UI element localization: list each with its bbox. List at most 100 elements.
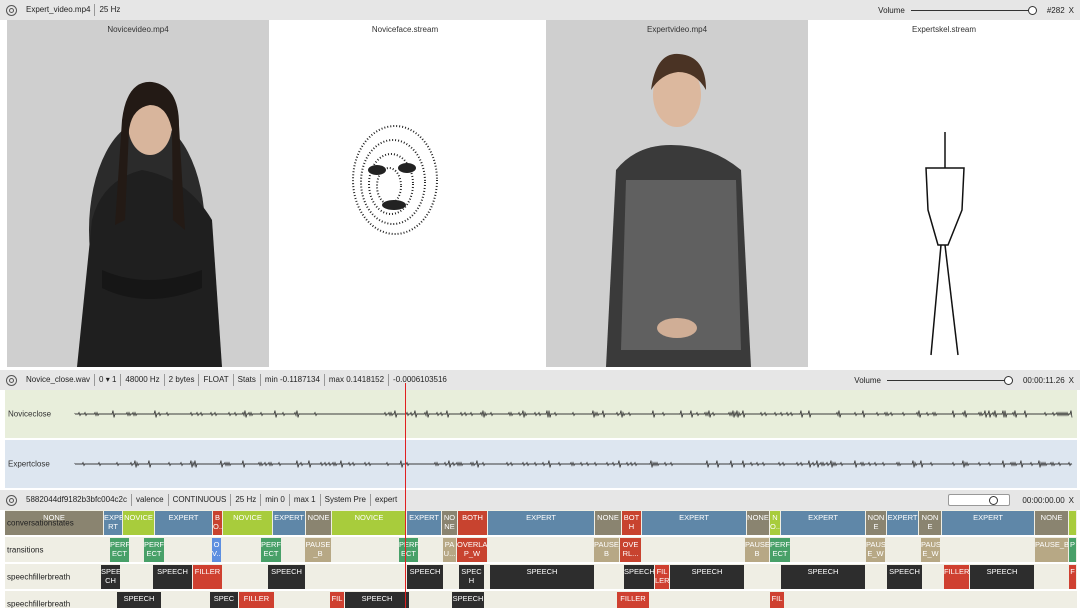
annotation-track-speechfillerbreath[interactable]: SPEE CH SPEECH FILLER SPEECH SPEECH SPEC H SPE…	[5, 564, 1077, 590]
annotation-segment[interactable]: PERF ECT	[261, 538, 281, 562]
annotation-segment[interactable]: SPEECH	[407, 565, 443, 589]
annotation-segment[interactable]: O V...	[212, 538, 221, 562]
annotation-segment[interactable]: BOT H	[622, 511, 641, 535]
audio-toolbar: Novice_close.wav 0 ▾ 1 48000 Hz 2 bytes …	[0, 370, 1080, 390]
close-icon[interactable]: X	[1069, 496, 1074, 505]
annotation-segment[interactable]: SPEECH	[887, 565, 922, 589]
annotation-segment[interactable]: SPEECH	[490, 565, 594, 589]
annotation-segment[interactable]: EXPERT	[155, 511, 212, 535]
annotation-segment[interactable]: NONE	[747, 511, 769, 535]
annotation-segment[interactable]: PA U...	[443, 538, 456, 562]
annotation-segment[interactable]: PAUSE_ B	[594, 538, 619, 562]
annotation-track-transitions[interactable]: PERF ECT PERF ECT O V... PERF ECT PAUSE _B PE…	[5, 537, 1077, 563]
close-icon[interactable]: X	[1069, 6, 1074, 15]
annotation-segment[interactable]	[1069, 511, 1076, 535]
track-name: speechfillerbreath	[7, 599, 71, 608]
annotation-segment[interactable]: NON E	[919, 511, 941, 535]
annotation-segment[interactable]: SPEECH	[268, 565, 305, 589]
annotation-segment[interactable]: SPEECH	[624, 565, 654, 589]
annotation-segment[interactable]: FIL	[330, 592, 344, 608]
annotation-segment[interactable]: NONE	[595, 511, 621, 535]
skeleton-image	[925, 132, 965, 356]
track-name: Expertclose	[8, 459, 50, 469]
track-name: speechfillerbreath	[7, 572, 71, 581]
annotation-segment[interactable]: SPEECH	[781, 565, 865, 589]
annotation-segment[interactable]: EXPERT	[488, 511, 594, 535]
annotation-time: 00:00:00.00	[1022, 495, 1065, 505]
annotation-segment[interactable]: PAUSE _B	[305, 538, 331, 562]
annotation-segment[interactable]: PERF ECT	[144, 538, 164, 562]
novice-person-image	[77, 81, 222, 367]
annotation-segment[interactable]: SPEC	[210, 592, 238, 608]
annotation-segment[interactable]: SPEECH	[452, 592, 484, 608]
gear-icon[interactable]	[6, 374, 17, 386]
annotation-segment[interactable]: PERF ECT	[399, 538, 418, 562]
audio-max: max 0.1418152	[325, 374, 390, 386]
audio-track-expertclose[interactable]: Expertclose	[5, 440, 1077, 488]
playback-cursor[interactable]	[405, 383, 406, 608]
annotation-segment[interactable]: SPEECH	[345, 592, 409, 608]
novice-face-stream-panel: Noviceface.stream	[269, 20, 541, 367]
annotation-segment[interactable]: PAUS E_W	[866, 538, 885, 562]
annotation-segment[interactable]: BOTH	[458, 511, 487, 535]
annotation-segment[interactable]: NONE	[1035, 511, 1068, 535]
annotation-segment[interactable]: PERF ECT	[110, 538, 129, 562]
annotation-segment[interactable]: EXPERT	[781, 511, 865, 535]
annotation-segment[interactable]: OVE RL...	[620, 538, 641, 562]
gear-icon[interactable]	[6, 494, 17, 506]
annotation-segment[interactable]: F	[1069, 565, 1076, 589]
frame-counter: #282	[1046, 5, 1065, 15]
annotation-slider[interactable]	[948, 494, 1011, 506]
annotation-track-speechfillerbreath[interactable]: SPEECH SPEC FILLER FIL SPEECH SPEECH FILLER FIL…	[5, 591, 1077, 608]
annotation-segment[interactable]: NON E	[866, 511, 886, 535]
annotation-segment[interactable]: EXPERT	[642, 511, 746, 535]
chevron-down-icon[interactable]: ▾	[106, 375, 110, 384]
annotation-segment[interactable]: PERF ECT	[770, 538, 790, 562]
annotation-segment[interactable]: FIL LER	[655, 565, 669, 589]
annotation-segment[interactable]: EXPERT	[273, 511, 305, 535]
annotation-rate: 25 Hz	[231, 494, 262, 506]
channel-select[interactable]: 0 ▾ 1	[95, 374, 122, 386]
annotation-segment[interactable]: PAUS E_W	[921, 538, 940, 562]
audio-value: -0.0006103516	[393, 375, 447, 384]
close-icon[interactable]: X	[1069, 376, 1074, 385]
slider-thumb[interactable]	[989, 496, 999, 505]
annotation-segment[interactable]: NOVICE	[123, 511, 154, 535]
stats-button[interactable]: Stats	[234, 374, 261, 386]
annotation-segment[interactable]: FIL	[770, 592, 784, 608]
annotation-segment[interactable]: SPEE CH	[101, 565, 120, 589]
annotation-segment[interactable]: NOVICE	[332, 511, 406, 535]
annotation-segment[interactable]: FILLER	[239, 592, 274, 608]
annotation-segment[interactable]: EXPERT	[887, 511, 918, 535]
annotation-segment[interactable]: OVERLA P_W	[457, 538, 487, 562]
waveform	[74, 410, 1073, 418]
annotation-segment[interactable]: PAUSE_ B	[745, 538, 769, 562]
annotation-track-conversationstates[interactable]: NONEEXPE RTNOVICEEXPERTB O...NOVICEEXPER…	[5, 510, 1077, 536]
slider-thumb[interactable]	[1003, 376, 1013, 385]
annotation-segment[interactable]: FILLER	[944, 565, 969, 589]
gear-icon[interactable]	[6, 4, 17, 16]
annotation-segment[interactable]: P	[1069, 538, 1076, 562]
annotation-segment[interactable]: N O...	[770, 511, 780, 535]
audio-track-noviceclose[interactable]: Noviceclose	[5, 390, 1077, 438]
annotation-segment[interactable]: PAUSE_B	[1035, 538, 1068, 562]
video-toolbar: Expert_video.mp4 25 Hz Volume #282 X	[0, 0, 1080, 20]
annotation-segment[interactable]: NOVICE	[223, 511, 272, 535]
annotation-segment[interactable]: SPEECH	[153, 565, 192, 589]
annotation-segment[interactable]: NO NE	[442, 511, 457, 535]
annotation-segment[interactable]: EXPERT	[407, 511, 441, 535]
annotation-segment[interactable]: SPEECH	[117, 592, 161, 608]
annotation-segment[interactable]: EXPERT	[942, 511, 1034, 535]
annotation-segment[interactable]: NONE	[306, 511, 331, 535]
annotation-segment[interactable]: SPEC H	[459, 565, 484, 589]
annotation-segment[interactable]: B O...	[213, 511, 222, 535]
annotation-segment[interactable]: SPEECH	[670, 565, 744, 589]
annotation-segment[interactable]: FILLER	[617, 592, 649, 608]
annotation-segment[interactable]: EXPE RT	[104, 511, 122, 535]
audio-file-name: Novice_close.wav	[22, 374, 96, 386]
video-volume-slider[interactable]	[910, 4, 1037, 16]
annotation-segment[interactable]: FILLER	[193, 565, 222, 589]
annotation-segment[interactable]: SPEECH	[970, 565, 1034, 589]
slider-thumb[interactable]	[1027, 6, 1037, 15]
audio-volume-slider[interactable]	[886, 374, 1013, 386]
